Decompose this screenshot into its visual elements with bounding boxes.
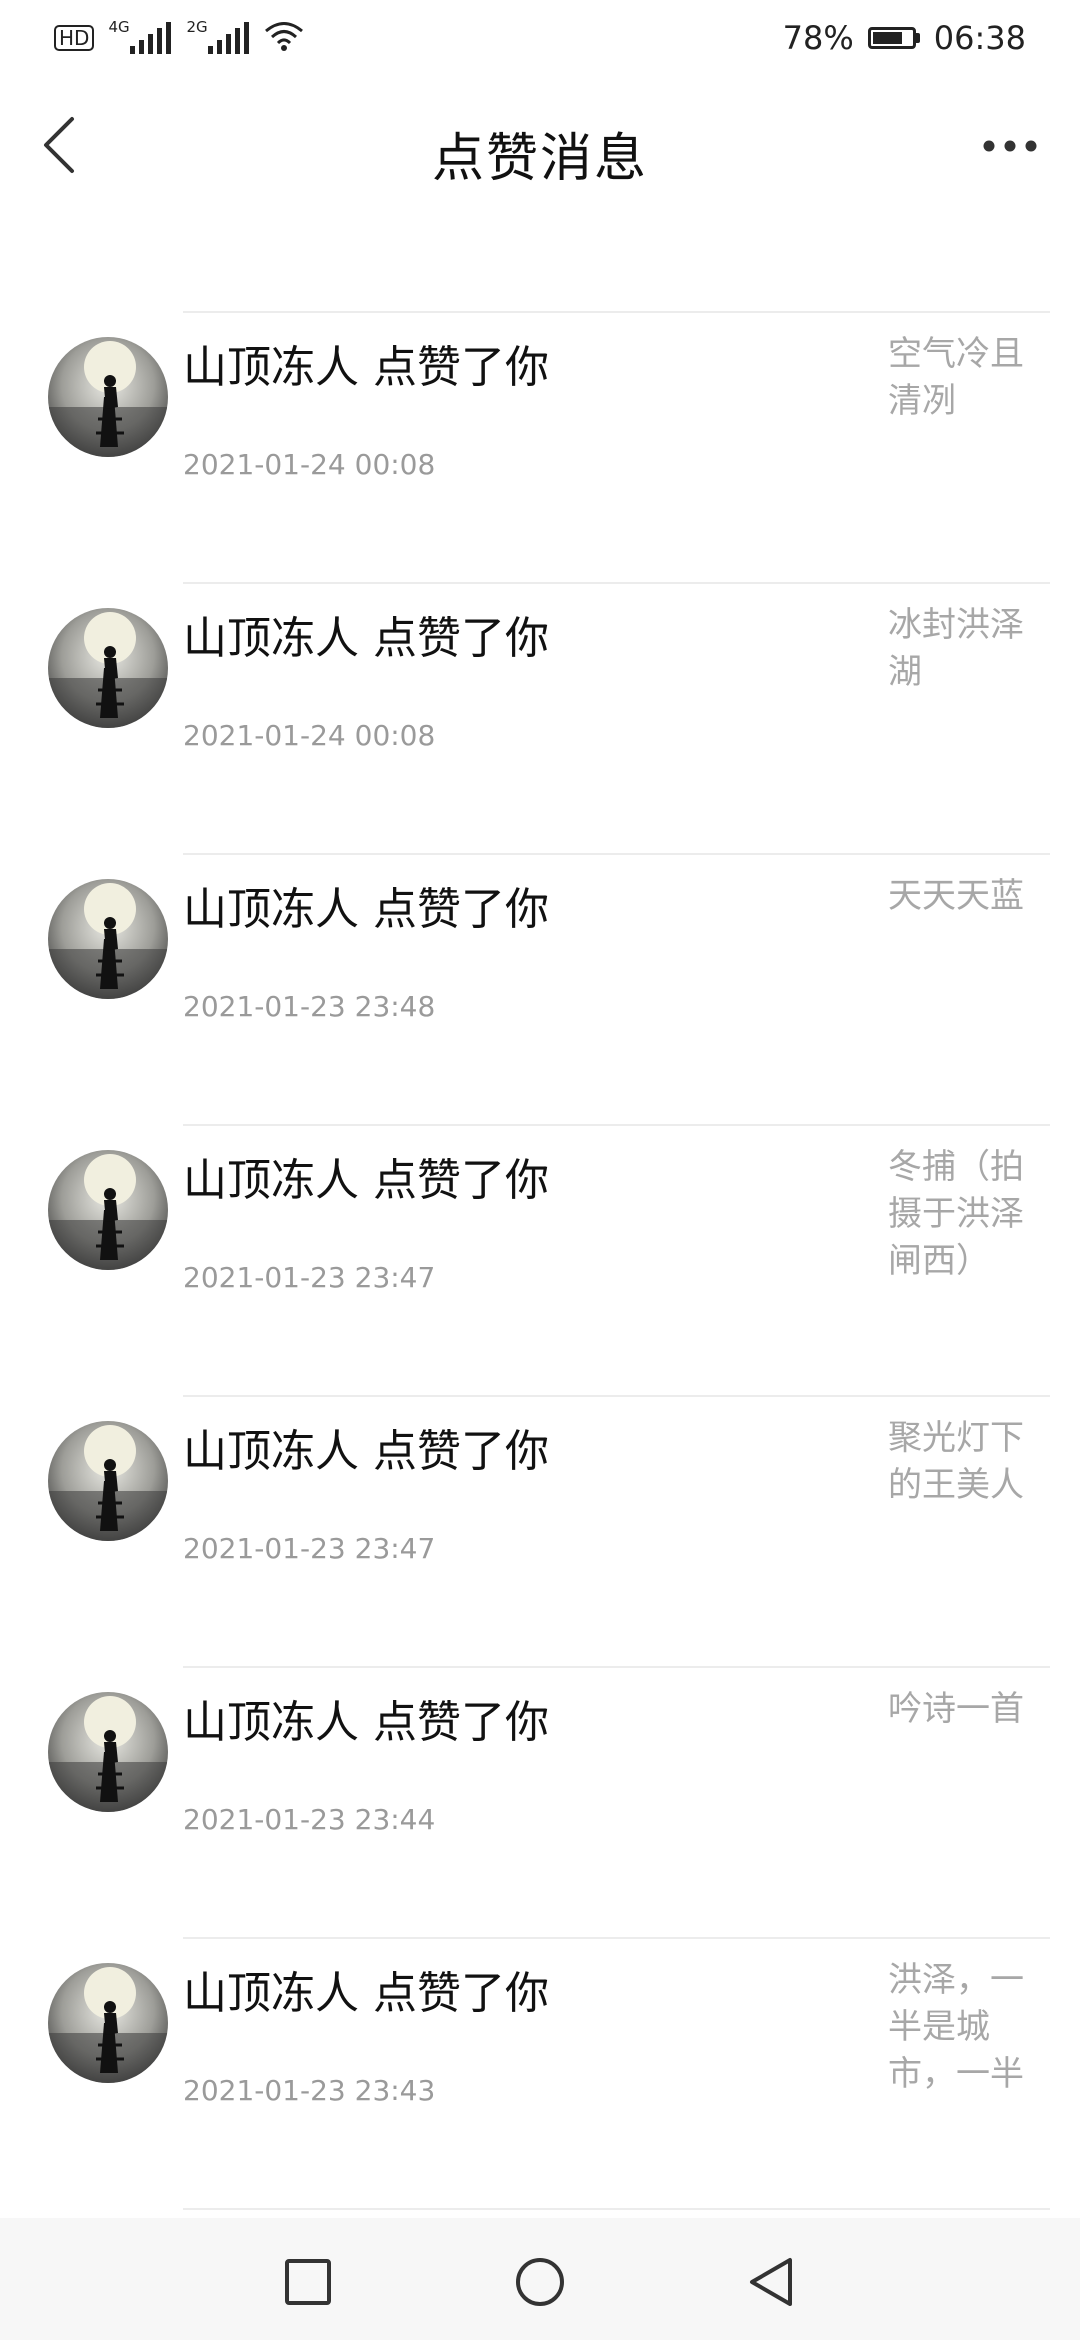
like-notification-text: 山顶冻人 点赞了你	[183, 613, 549, 664]
status-right: 78% 06:38	[783, 19, 1026, 57]
avatar[interactable]	[48, 1692, 168, 1812]
message-row[interactable]: 山顶冻人 点赞了你 2021-01-24 00:08 冰封洪泽湖	[0, 584, 1080, 855]
avatar[interactable]	[48, 1150, 168, 1270]
square-icon	[284, 2258, 332, 2310]
message-row[interactable]: 山顶冻人 点赞了你 2021-01-23 23:47 冬捕（拍摄于洪泽闸西）	[0, 1126, 1080, 1397]
circle-icon	[514, 2256, 566, 2312]
like-notification-text: 山顶冻人 点赞了你	[183, 342, 549, 393]
message-row[interactable]: 山顶冻人 点赞了你 2021-01-24 00:08 空气冷且清冽	[0, 313, 1080, 584]
timestamp: 2021-01-23 23:48	[183, 990, 436, 1023]
like-notification-text: 山顶冻人 点赞了你	[183, 1155, 549, 1206]
liked-post-title[interactable]: 洪泽，一半是城市，一半	[888, 1957, 1038, 2098]
like-notification-text: 山顶冻人 点赞了你	[183, 884, 549, 935]
like-notification-text: 山顶冻人 点赞了你	[183, 1968, 549, 2019]
timestamp: 2021-01-24 00:08	[183, 719, 436, 752]
timestamp: 2021-01-24 00:08	[183, 448, 436, 481]
cellular-signal-2g-icon: 2G	[186, 20, 250, 56]
avatar[interactable]	[48, 608, 168, 728]
message-row[interactable]: 山顶冻人 点赞了你2021-01-24 00:09天（9）	[0, 218, 1080, 313]
clock: 06:38	[933, 19, 1026, 57]
timestamp: 2021-01-23 23:44	[183, 1803, 436, 1836]
liked-post-title[interactable]: 冰封洪泽湖	[888, 602, 1038, 696]
message-row[interactable]: 山顶冻人 点赞了你 2021-01-23 23:47 聚光灯下的王美人	[0, 1397, 1080, 1668]
message-row[interactable]: 山顶冻人 点赞了你 2021-01-23 23:43 洪泽，一半是城市，一半	[0, 1939, 1080, 2210]
more-horizontal-icon	[982, 138, 1038, 157]
system-navigation-bar	[0, 2218, 1080, 2340]
cellular-signal-4g-icon: 4G	[108, 20, 172, 56]
timestamp: 2021-01-23 23:47	[183, 1532, 436, 1565]
timestamp: 2021-01-23 23:47	[183, 1261, 436, 1294]
battery-icon	[867, 27, 920, 49]
recent-apps-button[interactable]	[268, 2244, 348, 2324]
avatar[interactable]	[48, 1963, 168, 2083]
status-left: HD 4G 2G	[54, 20, 304, 56]
hd-badge: HD	[54, 25, 95, 51]
liked-post-title[interactable]: 天天天蓝	[888, 873, 1038, 920]
page-title: 点赞消息	[431, 129, 648, 189]
timestamp: 2021-01-23 23:43	[183, 2074, 436, 2107]
battery-percent: 78%	[782, 19, 854, 57]
avatar[interactable]	[48, 1421, 168, 1541]
status-bar: HD 4G 2G 78% 06:38	[0, 0, 1080, 76]
like-notification-text: 山顶冻人 点赞了你	[183, 1426, 549, 1477]
message-row[interactable]: 山顶冻人 点赞了你 2021-01-23 23:48 天天天蓝	[0, 855, 1080, 1126]
more-options-button[interactable]	[970, 122, 1050, 172]
system-back-button[interactable]	[730, 2244, 810, 2324]
avatar[interactable]	[48, 879, 168, 999]
liked-post-title[interactable]: 吟诗一首	[888, 1686, 1038, 1733]
home-button[interactable]	[500, 2244, 580, 2324]
like-notification-text: 山顶冻人 点赞了你	[183, 1697, 549, 1748]
row-divider	[183, 2208, 1050, 2210]
like-message-list[interactable]: 山顶冻人 点赞了你2021-01-24 00:09天（9） 山顶冻人 点赞了你 20…	[0, 218, 1080, 2218]
liked-post-title[interactable]: 空气冷且清冽	[888, 331, 1038, 425]
liked-post-title[interactable]: 聚光灯下的王美人	[888, 1415, 1038, 1509]
wifi-icon	[264, 20, 304, 56]
liked-post-title[interactable]: 冬捕（拍摄于洪泽闸西）	[888, 1144, 1038, 1285]
top-app-bar: 点赞消息	[0, 76, 1080, 218]
avatar[interactable]	[48, 337, 168, 457]
message-row[interactable]: 山顶冻人 点赞了你 2021-01-23 23:44 吟诗一首	[0, 1668, 1080, 1939]
net-2g-label: 2G	[186, 18, 208, 36]
triangle-back-icon	[746, 2256, 794, 2312]
net-4g-label: 4G	[108, 18, 130, 36]
